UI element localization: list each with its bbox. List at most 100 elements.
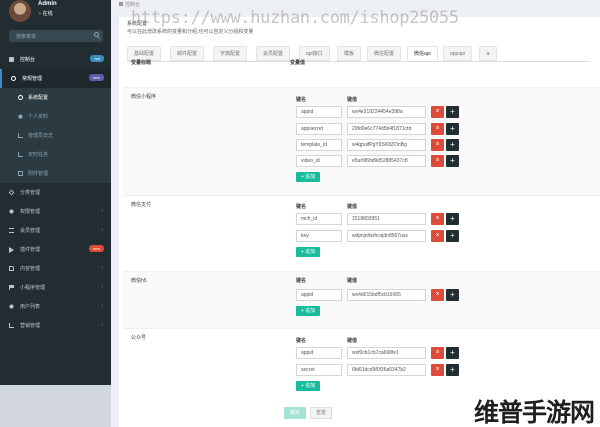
key-input[interactable]: template_id [296,139,342,151]
sidebar-item-cron[interactable]: 定时任务 [0,145,111,164]
remove-row-button[interactable]: × [431,230,444,242]
remove-row-button[interactable]: × [431,347,444,359]
value-input[interactable]: 6fd61dcd9f0f36a5347b2 [347,364,426,376]
kv-row: key wdjmjnhkrhcxjdn8567uxs × + [296,230,459,242]
sidebar-item-admin-log[interactable]: 管理员日志 [0,126,111,145]
bar-chart-icon [18,152,23,157]
submit-button[interactable]: 确定 [284,407,306,419]
sidebar-search-input[interactable]: 搜索菜单 [9,30,103,42]
key-input[interactable]: secret [296,364,342,376]
remove-row-button[interactable]: × [431,289,444,301]
sidebar-item-label: 附件管理 [28,171,49,177]
key-input[interactable]: appsecret [296,123,342,135]
sidebar-item-members[interactable]: 会员管理 ‹ [0,221,111,240]
drag-row-button[interactable]: + [446,289,459,301]
drag-row-button[interactable]: + [446,364,459,376]
search-icon[interactable] [94,32,99,37]
sidebar-item-label: 分类管理 [20,190,41,196]
cube-icon [8,189,15,196]
drag-row-button[interactable]: + [446,213,459,225]
kv-row: secret 6fd61dcd9f0f36a5347b2 × + [296,364,459,376]
key-input[interactable]: video_id [296,155,342,167]
value-input[interactable]: wxf0cb1cb7ca668fe1 [347,347,426,359]
remove-row-button[interactable]: × [431,106,444,118]
chevron-left-icon: ‹ [101,284,103,290]
value-input[interactable]: w4qpuifPgY9SK8ZOnBg [347,139,426,151]
group-title: 微信小程序 [131,94,157,100]
bar-chart-icon [18,133,23,138]
value-input[interactable]: wx4e319224454e398a [347,106,426,118]
value-input[interactable]: 1518803951 [347,213,426,225]
drag-row-button[interactable]: + [446,347,459,359]
bar-chart-icon [9,323,14,328]
sidebar-item-category[interactable]: 分类管理 [0,183,111,202]
kv-row: appid wx4d015bdf5cb19365 × + [296,289,459,301]
remove-row-button[interactable]: × [431,139,444,151]
key-header: 键名 [296,204,307,210]
value-input[interactable]: e5ur6f6bd9d52885437c8 [347,155,426,167]
kv-row: video_id e5ur6f6bd9d52885437c8 × + [296,155,459,167]
drag-row-button[interactable]: + [446,230,459,242]
value-input[interactable]: 20fd0e6c774d5b4f1871cfd [347,123,426,135]
circle-icon [18,95,23,100]
breadcrumb[interactable]: 控制台 [119,1,140,8]
sidebar-item-user-list[interactable]: 用户列表 ‹ [0,297,111,316]
key-input[interactable]: mch_id [296,213,342,225]
sidebar: Admin ●在线 搜索菜单 控制台 hot 常规管理 new 系统配置 个人资… [0,0,111,427]
sidebar-item-plugins[interactable]: 插件管理 new [0,240,111,259]
dashboard-icon [9,57,14,62]
sidebar-item-attachments[interactable]: 附件管理 [0,164,111,183]
column-value-header: 变量值 [290,60,306,66]
drag-row-button[interactable]: + [446,123,459,135]
kv-row: appsecret 20fd0e6c774d5b4f1871cfd × + [296,123,459,135]
sidebar-item-general[interactable]: 常规管理 new [0,69,111,88]
drag-row-button[interactable]: + [446,106,459,118]
remove-row-button[interactable]: × [431,364,444,376]
value-input[interactable]: wx4d015bdf5cb19365 [347,289,426,301]
append-row-button[interactable]: + 追加 [296,381,320,391]
key-input[interactable]: appid [296,347,342,359]
sidebar-nav: 控制台 hot 常规管理 new 系统配置 个人资料 管理员日志 定时任务 附件… [0,50,111,335]
sidebar-item-label: 管理员日志 [28,133,54,139]
user-panel: Admin ●在线 [0,0,111,24]
user-plus-icon [9,304,14,309]
key-input[interactable]: appid [296,289,342,301]
config-group-official-account: 公众号 键名 键值 appid wxf0cb1cb7ca668fe1 × + s… [123,328,600,398]
sidebar-item-system-config[interactable]: 系统配置 [0,88,111,107]
avatar[interactable] [9,0,31,22]
append-row-button[interactable]: + 追加 [296,306,320,316]
reset-button[interactable]: 重置 [310,407,332,419]
key-input[interactable]: appid [296,106,342,118]
sidebar-item-label: 控制台 [20,57,36,63]
remove-row-button[interactable]: × [431,213,444,225]
chevron-left-icon: ‹ [101,227,103,233]
sidebar-item-content[interactable]: 内容管理 ‹ [0,259,111,278]
sidebar-item-label: 小程序管理 [20,285,46,291]
drag-row-button[interactable]: + [446,155,459,167]
sidebar-item-dashboard[interactable]: 控制台 hot [0,50,111,69]
key-header: 键名 [296,97,307,103]
main-content: 控制台 系统配置 可以在此增改系统的变量和分组,也可以自定义分组和变量 基础配置… [111,0,600,427]
sidebar-item-miniprogram[interactable]: 小程序管理 ‹ [0,278,111,297]
drag-row-button[interactable]: + [446,139,459,151]
key-header: 键名 [296,278,307,284]
new-badge: new [88,245,104,252]
append-row-button[interactable]: + 追加 [296,172,320,182]
sidebar-item-profile[interactable]: 个人资料 [0,107,111,126]
sidebar-item-permissions[interactable]: 权限管理 ‹ [0,202,111,221]
group-title: 微信h5 [131,278,147,284]
sidebar-footer [0,385,111,427]
kv-row: appid wxf0cb1cb7ca668fe1 × + [296,347,459,359]
sidebar-item-marketing[interactable]: 营销管理 ‹ [0,316,111,335]
column-title-header: 变量标题 [131,60,152,66]
sidebar-item-label: 系统配置 [28,95,49,101]
search-placeholder: 搜索菜单 [16,34,37,40]
list-icon [9,228,14,233]
append-row-button[interactable]: + 追加 [296,247,320,257]
dashboard-icon [119,2,123,6]
online-dot-icon: ● [38,11,42,17]
key-input[interactable]: key [296,230,342,242]
remove-row-button[interactable]: × [431,123,444,135]
value-input[interactable]: wdjmjnhkrhcxjdn8567uxs [347,230,426,242]
remove-row-button[interactable]: × [431,155,444,167]
